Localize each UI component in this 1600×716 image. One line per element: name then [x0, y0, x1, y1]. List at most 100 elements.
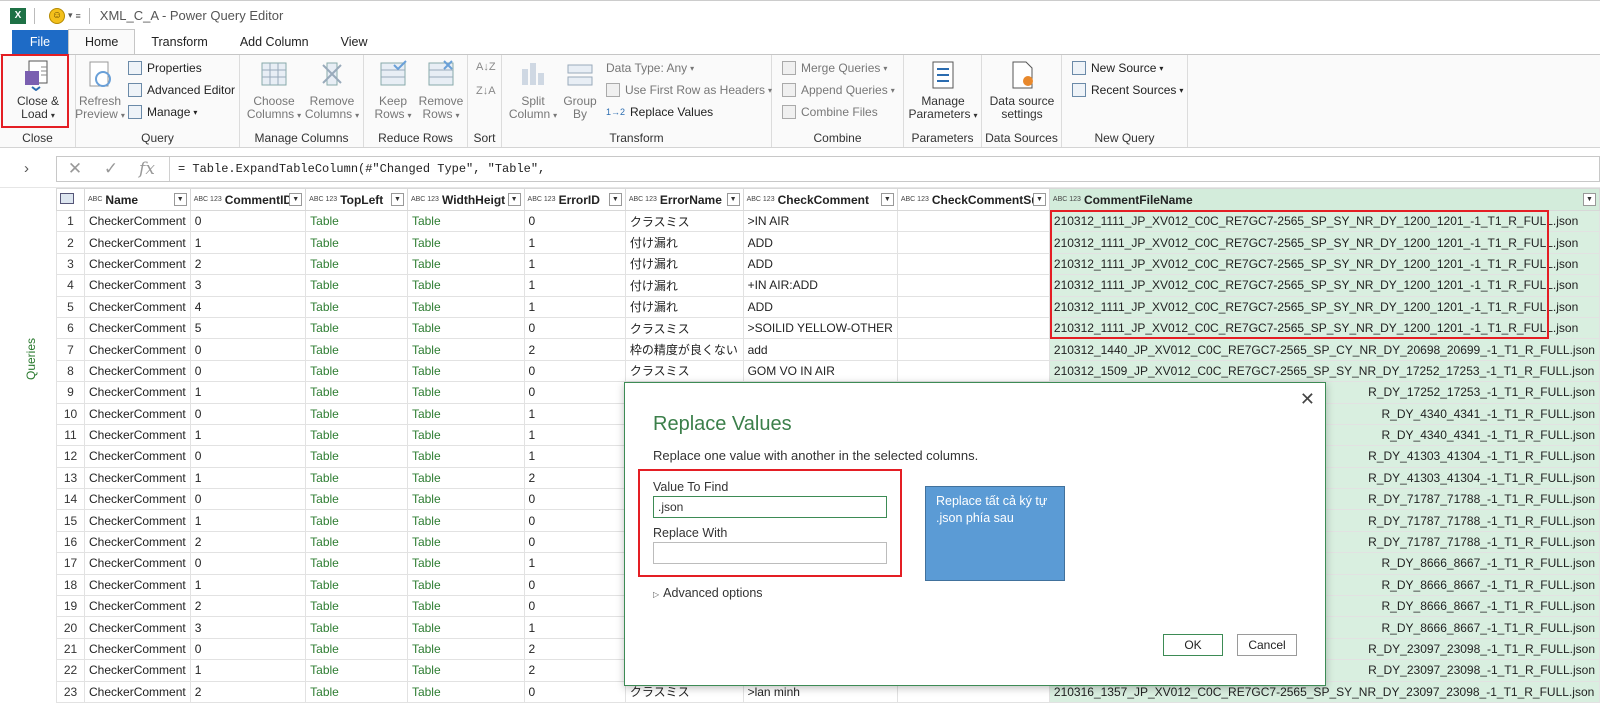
group-by-button[interactable]: Group By — [560, 59, 600, 121]
table-cell: 2 — [523, 637, 626, 661]
manage-button[interactable]: Manage ▾ — [128, 105, 197, 119]
column-header[interactable]: ABC 123 ErrorID ▼ — [523, 188, 626, 211]
row-number[interactable]: 1 — [56, 209, 86, 233]
filter-dropdown-icon[interactable]: ▼ — [880, 193, 894, 206]
merge-queries-button[interactable]: Merge Queries ▾ — [782, 61, 887, 75]
combine-files-button[interactable]: Combine Files — [782, 105, 878, 119]
row-number[interactable]: 14 — [56, 488, 86, 511]
tab-add-column[interactable]: Add Column — [224, 30, 325, 54]
row-number[interactable]: 13 — [56, 466, 86, 490]
row-number[interactable]: 16 — [56, 530, 86, 554]
data-source-settings-button[interactable]: Data source settings — [986, 59, 1058, 121]
filter-dropdown-icon[interactable]: ▼ — [390, 193, 404, 206]
row-number[interactable]: 9 — [56, 381, 86, 404]
properties-button[interactable]: Properties — [128, 61, 202, 75]
row-number[interactable]: 22 — [56, 659, 86, 682]
row-number[interactable]: 6 — [56, 316, 86, 340]
data-type-icon[interactable]: ABC 123 — [629, 196, 657, 204]
use-first-row-headers-button[interactable]: Use First Row as Headers ▾ — [606, 83, 772, 97]
remove-rows-button[interactable]: Remove Rows ▾ — [418, 59, 464, 122]
row-number[interactable]: 23 — [56, 680, 86, 703]
sort-ascending-icon[interactable]: A↓Z — [476, 61, 496, 73]
data-type-icon[interactable]: ABC 123 — [901, 196, 929, 204]
filter-dropdown-icon[interactable]: ▼ — [1583, 193, 1596, 206]
advanced-editor-button[interactable]: Advanced Editor — [128, 83, 235, 97]
ok-button[interactable]: OK — [1163, 634, 1223, 656]
data-type-icon[interactable]: ABC 123 — [747, 196, 775, 204]
tab-file[interactable]: File — [12, 30, 68, 54]
row-number[interactable]: 20 — [56, 616, 86, 639]
split-column-button[interactable]: Split Column ▾ — [508, 59, 558, 122]
row-number[interactable]: 10 — [56, 402, 86, 425]
row-number[interactable]: 11 — [56, 423, 86, 447]
row-number[interactable]: 21 — [56, 637, 86, 661]
column-header[interactable]: ABC 123 CheckCommentSub ▼ — [896, 188, 1050, 211]
column-header[interactable]: ABC 123 CheckComment ▼ — [742, 188, 898, 211]
column-header[interactable]: ABC 123 CommentID ▼ — [189, 188, 307, 211]
row-number[interactable]: 5 — [56, 295, 86, 318]
data-type-dropdown[interactable]: Data Type: Any ▾ — [606, 61, 694, 75]
row-number[interactable]: 8 — [56, 359, 86, 383]
filter-dropdown-icon[interactable]: ▼ — [726, 193, 740, 206]
sort-descending-icon[interactable]: Z↓A — [476, 85, 496, 97]
data-type-icon[interactable]: ABC — [88, 196, 102, 204]
filter-dropdown-icon[interactable]: ▼ — [1032, 193, 1046, 206]
cancel-formula-icon[interactable]: ✕ — [57, 159, 93, 179]
queries-pane[interactable]: Queries — [0, 188, 56, 716]
smiley-feedback-icon[interactable]: ☺ — [49, 7, 65, 24]
table-row[interactable]: 7 CheckerComment 0 Table Table 2 枠の精度が良くない add 2… — [56, 338, 1600, 361]
quick-access-dropdown-icon[interactable]: ▾ — [68, 10, 73, 21]
filter-dropdown-icon[interactable]: ▼ — [289, 193, 303, 206]
row-number[interactable]: 19 — [56, 595, 86, 618]
column-header[interactable]: ABC 123 CommentFileName ▼ — [1048, 188, 1600, 211]
select-all-corner[interactable] — [56, 188, 86, 211]
cancel-button[interactable]: Cancel — [1237, 634, 1297, 656]
advanced-options-toggle[interactable]: ▷ Advanced options — [653, 586, 763, 600]
formula-input[interactable]: = Table.ExpandTableColumn(#"Changed Type… — [169, 157, 545, 181]
table-cell: クラスミス — [624, 209, 744, 233]
keep-rows-button[interactable]: Keep Rows ▾ — [370, 59, 416, 122]
row-number[interactable]: 15 — [56, 509, 86, 532]
manage-parameters-button[interactable]: Manage Parameters ▾ — [908, 59, 978, 122]
recent-sources-button[interactable]: Recent Sources ▾ — [1072, 83, 1183, 97]
close-icon[interactable]: ✕ — [1300, 389, 1315, 410]
row-number[interactable]: 7 — [56, 338, 86, 361]
filter-dropdown-icon[interactable]: ▼ — [507, 193, 521, 206]
row-number[interactable]: 18 — [56, 573, 86, 597]
append-queries-button[interactable]: Append Queries ▾ — [782, 83, 895, 97]
row-number[interactable]: 17 — [56, 552, 86, 575]
table-cell: 0 — [523, 381, 626, 404]
refresh-preview-button[interactable]: Refresh Preview ▾ — [75, 59, 125, 122]
row-number[interactable]: 2 — [56, 231, 86, 254]
filter-dropdown-icon[interactable]: ▼ — [608, 193, 622, 206]
data-type-icon[interactable]: ABC 123 — [309, 196, 337, 204]
data-type-icon[interactable]: ABC 123 — [411, 196, 439, 204]
data-type-icon[interactable]: ABC 123 — [1053, 196, 1081, 204]
column-header[interactable]: ABC 123 WidthHeigt ▼ — [406, 188, 525, 211]
replace-values-button[interactable]: 1→2 Replace Values — [606, 105, 713, 119]
table-cell: 1 — [523, 402, 626, 425]
column-header[interactable]: ABC 123 TopLeft ▼ — [305, 188, 408, 211]
window-title: XML_C_A - Power Query Editor — [99, 8, 284, 23]
table-cell: 0 — [523, 595, 626, 618]
tab-home[interactable]: Home — [68, 29, 136, 54]
choose-columns-button[interactable]: Choose Columns ▾ — [246, 59, 302, 122]
tab-transform[interactable]: Transform — [135, 30, 224, 54]
expand-queries-chevron-icon[interactable]: › — [24, 160, 29, 177]
data-type-icon[interactable]: ABC 123 — [528, 196, 556, 204]
confirm-formula-icon[interactable]: ✓ — [93, 159, 129, 179]
table-row[interactable]: 8 CheckerComment 0 Table Table 0 クラスミス GOM VO I… — [56, 359, 1600, 383]
row-number[interactable]: 4 — [56, 274, 86, 297]
table-cell: 0 — [523, 680, 626, 703]
column-header[interactable]: ABC Name ▼ — [84, 188, 191, 211]
tab-view[interactable]: View — [325, 30, 384, 54]
customize-toolbar-icon[interactable]: ≡ — [76, 11, 81, 21]
row-number[interactable]: 12 — [56, 445, 86, 468]
data-type-icon[interactable]: ABC 123 — [194, 196, 222, 204]
row-number[interactable]: 3 — [56, 252, 86, 276]
filter-dropdown-icon[interactable]: ▼ — [173, 193, 187, 206]
new-source-button[interactable]: New Source ▾ — [1072, 61, 1163, 75]
column-header[interactable]: ABC 123 ErrorName ▼ — [624, 188, 744, 211]
table-cell: 210312_1509_JP_XV012_C0C_RE7GC7-2565_SP_… — [1048, 359, 1600, 383]
remove-columns-button[interactable]: Remove Columns ▾ — [304, 59, 360, 122]
